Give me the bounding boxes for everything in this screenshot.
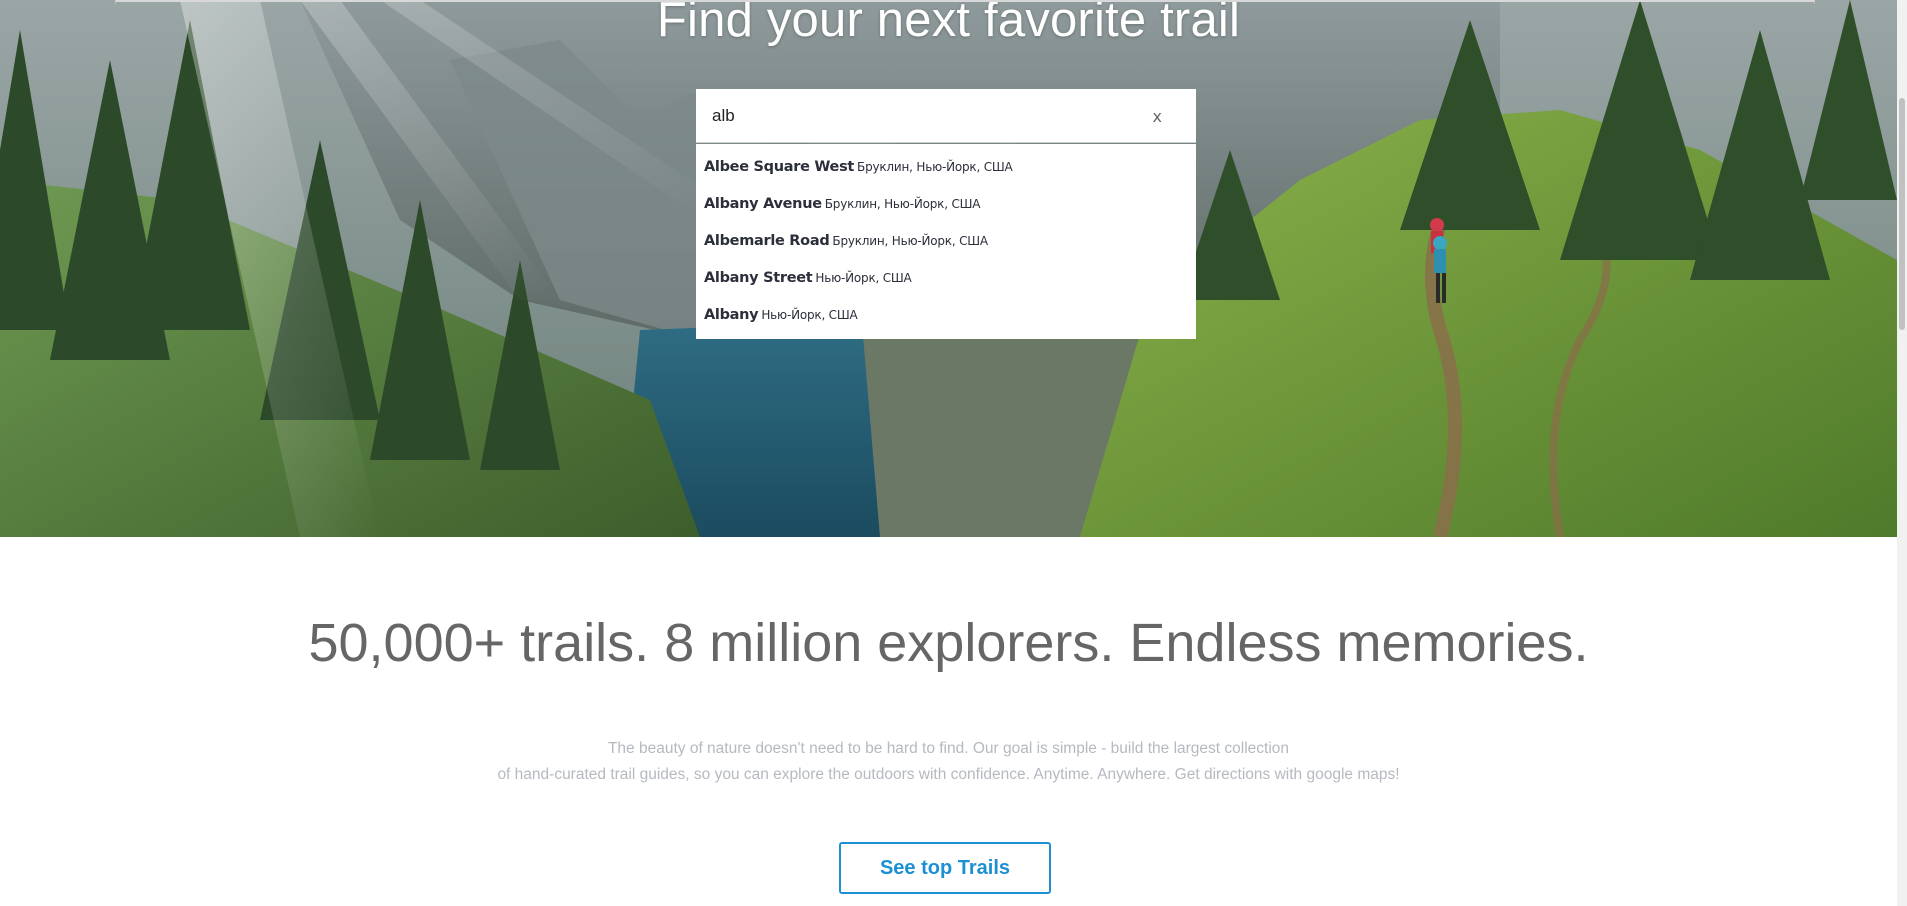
hero-title: Find your next favorite trail: [656, 0, 1241, 47]
intro-description: The beauty of nature doesn't need to be …: [0, 736, 1897, 788]
suggestion-secondary-text: Нью-Йорк, США: [815, 271, 912, 285]
search-input[interactable]: [712, 89, 1142, 143]
autocomplete-item[interactable]: Albemarle Road Бруклин, Нью-Йорк, США: [696, 222, 1196, 259]
autocomplete-item[interactable]: Albany Нью-Йорк, США: [696, 296, 1196, 333]
close-icon[interactable]: x: [1153, 107, 1162, 126]
trail-search-box[interactable]: x: [696, 89, 1196, 143]
autocomplete-item[interactable]: Albany Avenue Бруклин, Нью-Йорк, США: [696, 185, 1196, 222]
suggestion-secondary-text: Бруклин, Нью-Йорк, США: [832, 234, 988, 248]
scrollbar-thumb[interactable]: [1899, 98, 1905, 330]
suggestion-secondary-text: Бруклин, Нью-Йорк, США: [857, 160, 1013, 174]
suggestion-main-text: Albany: [704, 307, 759, 323]
hero-banner: Find your next favorite trail x Albee Sq…: [0, 0, 1897, 537]
tagline-heading: 50,000+ trails. 8 million explorers. End…: [308, 613, 1589, 673]
autocomplete-dropdown: Albee Square West Бруклин, Нью-Йорк, США …: [696, 144, 1196, 339]
suggestion-secondary-text: Нью-Йорк, США: [761, 308, 858, 322]
page: Find your next favorite trail x Albee Sq…: [0, 0, 1907, 906]
page-scrollbar[interactable]: [1897, 0, 1907, 906]
description-line: The beauty of nature doesn't need to be …: [607, 740, 1290, 757]
see-top-trails-button[interactable]: See top Trails: [839, 842, 1051, 894]
suggestion-main-text: Albany Avenue: [704, 196, 822, 212]
suggestion-main-text: Albemarle Road: [704, 233, 830, 249]
suggestion-main-text: Albee Square West: [704, 159, 855, 175]
browser-edge: [115, 0, 1815, 4]
description-line: of hand-curated trail guides, so you can…: [497, 766, 1400, 783]
autocomplete-item[interactable]: Albany Street Нью-Йорк, США: [696, 259, 1196, 296]
suggestion-secondary-text: Бруклин, Нью-Йорк, США: [824, 197, 981, 211]
suggestion-main-text: Albany Street: [704, 270, 813, 286]
autocomplete-item[interactable]: Albee Square West Бруклин, Нью-Йорк, США: [696, 148, 1196, 185]
